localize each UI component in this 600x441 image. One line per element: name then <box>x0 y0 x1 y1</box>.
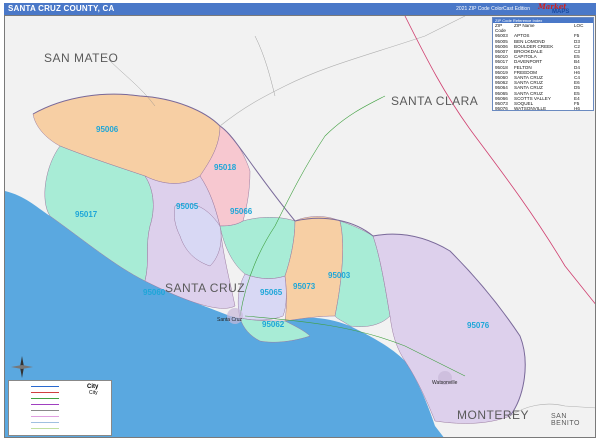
region-label-san-mateo: SAN MATEO <box>44 51 119 65</box>
legend-row-interstate <box>11 384 61 388</box>
legend-line-county-highway <box>31 403 59 405</box>
zip-table-cell-zip: 95076 <box>495 106 508 112</box>
legend-line-interstate <box>31 385 59 387</box>
map-title: SANTA CRUZ COUNTY, CA <box>8 4 115 13</box>
legend-line-road-1 <box>31 415 59 417</box>
zip-table-header-loc: LOC <box>574 23 584 28</box>
zip-label-95066: 95066 <box>230 207 253 216</box>
legend-line-state-highway <box>31 397 59 399</box>
legend-row-railroad <box>11 408 61 412</box>
zip-label-95065: 95065 <box>260 288 283 297</box>
zip-reference-table: ZIP Code Reference Index ZIP Code ZIP Na… <box>492 17 594 111</box>
legend-line-road-2 <box>31 421 59 423</box>
region-label-monterey: MONTEREY <box>457 408 530 422</box>
zip-label-95060: 95060 <box>143 288 166 297</box>
map-frame: SANTA CRUZ COUNTY, CA 2021 ZIP Code Colo… <box>0 0 600 441</box>
legend-row-road-1 <box>11 414 61 418</box>
legend-row-road-2 <box>11 420 61 424</box>
zip-table-cell-loc: H6 <box>574 106 580 112</box>
zip-table-header-name: ZIP Name <box>514 23 535 28</box>
legend-row-road-3 <box>11 426 61 430</box>
edition-label: 2021 ZIP Code ColorCast Edition <box>456 6 530 12</box>
city-label-watsonville: Watsonville <box>432 380 458 386</box>
legend-line-road-3 <box>31 427 59 429</box>
zip-table-header: ZIP Code ZIP Name LOC <box>493 23 593 33</box>
region-label-santa-clara: SANTA CLARA <box>391 94 479 108</box>
title-bar: SANTA CRUZ COUNTY, CA 2021 ZIP Code Colo… <box>4 3 596 15</box>
city-label-santa-cruz: Santa Cruz <box>217 317 243 323</box>
map-legend: City City <box>8 380 112 436</box>
zip-label-95018: 95018 <box>214 163 237 172</box>
zip-table-cell-name: WATSONVILLE <box>514 106 547 112</box>
legend-city-sample-small: City <box>89 390 98 396</box>
legend-line-railroad <box>31 409 59 411</box>
zip-label-95073: 95073 <box>293 282 316 291</box>
zip-label-95006: 95006 <box>96 125 119 134</box>
region-label-santa-cruz: SANTA CRUZ <box>165 281 246 295</box>
legend-row-us-highway <box>11 390 61 394</box>
zip-table-header-zip: ZIP Code <box>495 23 506 34</box>
legend-row-county-highway <box>11 402 61 406</box>
zip-label-95017: 95017 <box>75 210 98 219</box>
zip-label-95062: 95062 <box>262 320 285 329</box>
zip-table-row: 95076 WATSONVILLE H6 <box>493 106 593 111</box>
zip-label-95003: 95003 <box>328 271 351 280</box>
compass-rose-icon <box>11 356 33 378</box>
zip-label-95076: 95076 <box>467 321 490 330</box>
legend-line-us-highway <box>31 391 59 393</box>
zip-table-body: 95003 APTOS F5 95005 BEN LOMOND D3 95006 BOULDE… <box>493 33 593 111</box>
region-label-san-benito: SAN BENITO <box>551 413 580 427</box>
zip-label-95005: 95005 <box>176 202 199 211</box>
legend-row-state-highway <box>11 396 61 400</box>
zip-area-95065 <box>237 273 287 321</box>
